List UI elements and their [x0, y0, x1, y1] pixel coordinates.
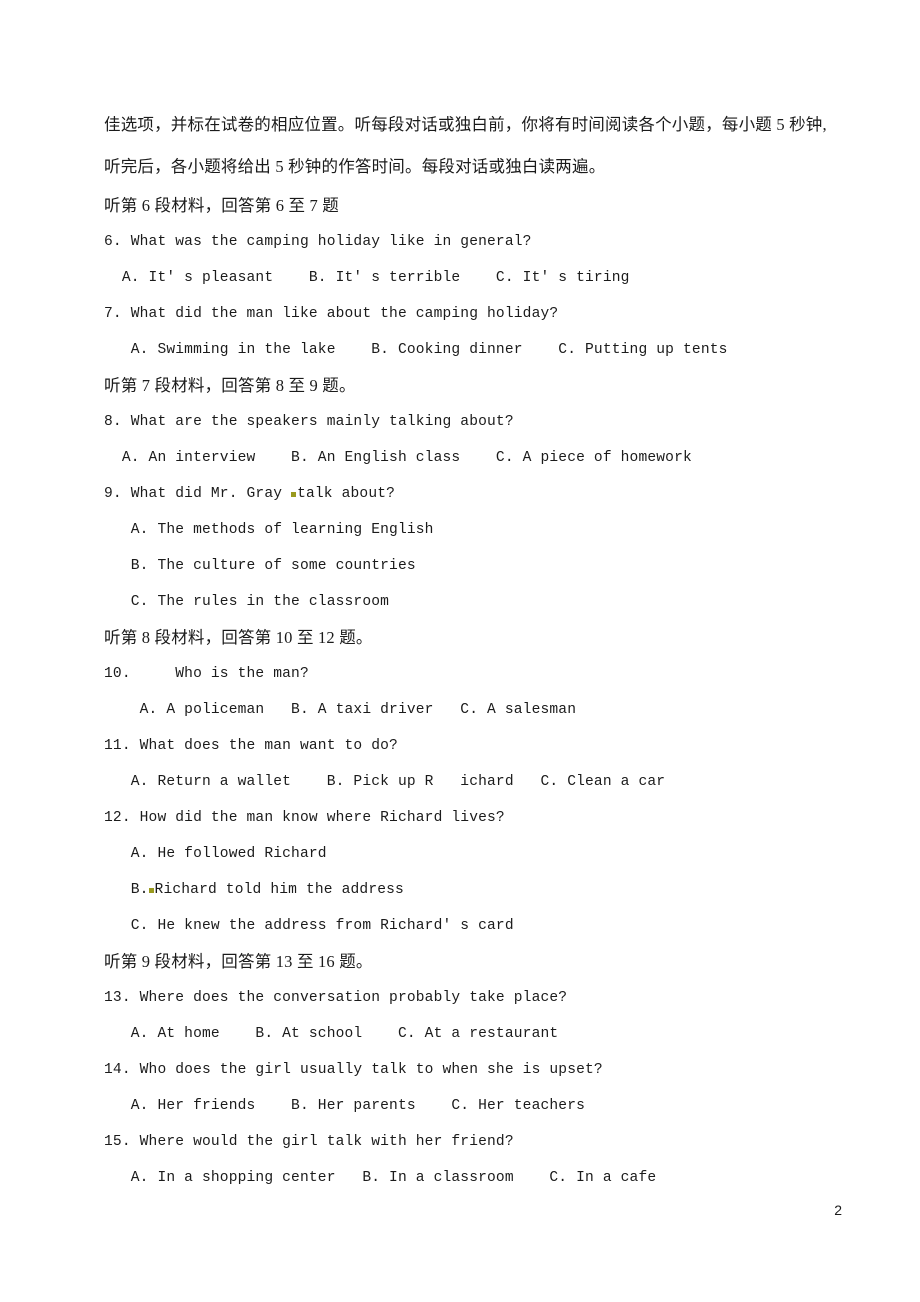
question-option-9-a[interactable]: A. The methods of learning English: [104, 512, 844, 548]
question-stem-9-post: talk about?: [297, 486, 396, 502]
question-option-9-c[interactable]: C. The rules in the classroom: [104, 584, 844, 620]
section-heading-8: 听第 8 段材料，回答第 10 至 12 题。: [104, 628, 373, 647]
stray-mark-icon: [148, 888, 154, 893]
question-option-12-b[interactable]: B. Richard told him the address: [104, 872, 844, 908]
question-stem-11: 11. What does the man want to do?: [104, 738, 398, 754]
question-options-14[interactable]: A. Her friends B. Her parents C. Her tea…: [104, 1088, 844, 1124]
question-stem-8: 8. What are the speakers mainly talking …: [104, 414, 514, 430]
question-stem-15: 15. Where would the girl talk with her f…: [104, 1134, 514, 1150]
question-stem-9: 9. What did Mr. Gray talk about?: [104, 476, 844, 512]
question-option-12-a[interactable]: A. He followed Richard: [104, 836, 844, 872]
question-stem-12: 12. How did the man know where Richard l…: [104, 810, 505, 826]
page-number: 2: [834, 1202, 842, 1218]
question-option-12-b-post: Richard told him the address: [154, 882, 404, 898]
question-stem-7: 7. What did the man like about the campi…: [104, 306, 559, 322]
section-heading-7: 听第 7 段材料，回答第 8 至 9 题。: [104, 376, 356, 395]
question-stem-13: 13. Where does the conversation probably…: [104, 990, 568, 1006]
intro-line-2: 听完后，各小题将给出 5 秒钟的作答时间。每段对话或独白读两遍。: [104, 157, 606, 176]
section-heading-6: 听第 6 段材料，回答第 6 至 7 题: [104, 196, 339, 215]
question-options-8[interactable]: A. An interview B. An English class C. A…: [104, 440, 844, 476]
intro-line-1: 佳选项，并标在试卷的相应位置。听每段对话或独白前，你将有时间阅读各个小题，每小题…: [104, 115, 827, 134]
exam-page: 佳选项，并标在试卷的相应位置。听每段对话或独白前，你将有时间阅读各个小题，每小题…: [0, 0, 920, 1302]
question-option-9-b[interactable]: B. The culture of some countries: [104, 548, 844, 584]
question-options-13[interactable]: A. At home B. At school C. At a restaura…: [104, 1016, 844, 1052]
question-options-7[interactable]: A. Swimming in the lake B. Cooking dinne…: [104, 332, 844, 368]
question-options-15[interactable]: A. In a shopping center B. In a classroo…: [104, 1160, 844, 1196]
question-stem-14: 14. Who does the girl usually talk to wh…: [104, 1062, 603, 1078]
question-option-12-b-pre: B.: [104, 882, 149, 898]
page-content: 佳选项，并标在试卷的相应位置。听每段对话或独白前，你将有时间阅读各个小题，每小题…: [104, 104, 844, 1196]
question-options-10[interactable]: A. A policeman B. A taxi driver C. A sal…: [104, 692, 844, 728]
question-stem-9-pre: 9. What did Mr. Gray: [104, 486, 292, 502]
question-option-12-c[interactable]: C. He knew the address from Richard' s c…: [104, 908, 844, 944]
question-stem-10: 10. Who is the man?: [104, 666, 309, 682]
question-stem-6: 6. What was the camping holiday like in …: [104, 234, 532, 250]
question-options-11[interactable]: A. Return a wallet B. Pick up R ichard C…: [104, 764, 844, 800]
question-options-6[interactable]: A. It' s pleasant B. It' s terrible C. I…: [104, 260, 844, 296]
stray-mark-icon: [291, 492, 297, 497]
section-heading-9: 听第 9 段材料，回答第 13 至 16 题。: [104, 952, 373, 971]
